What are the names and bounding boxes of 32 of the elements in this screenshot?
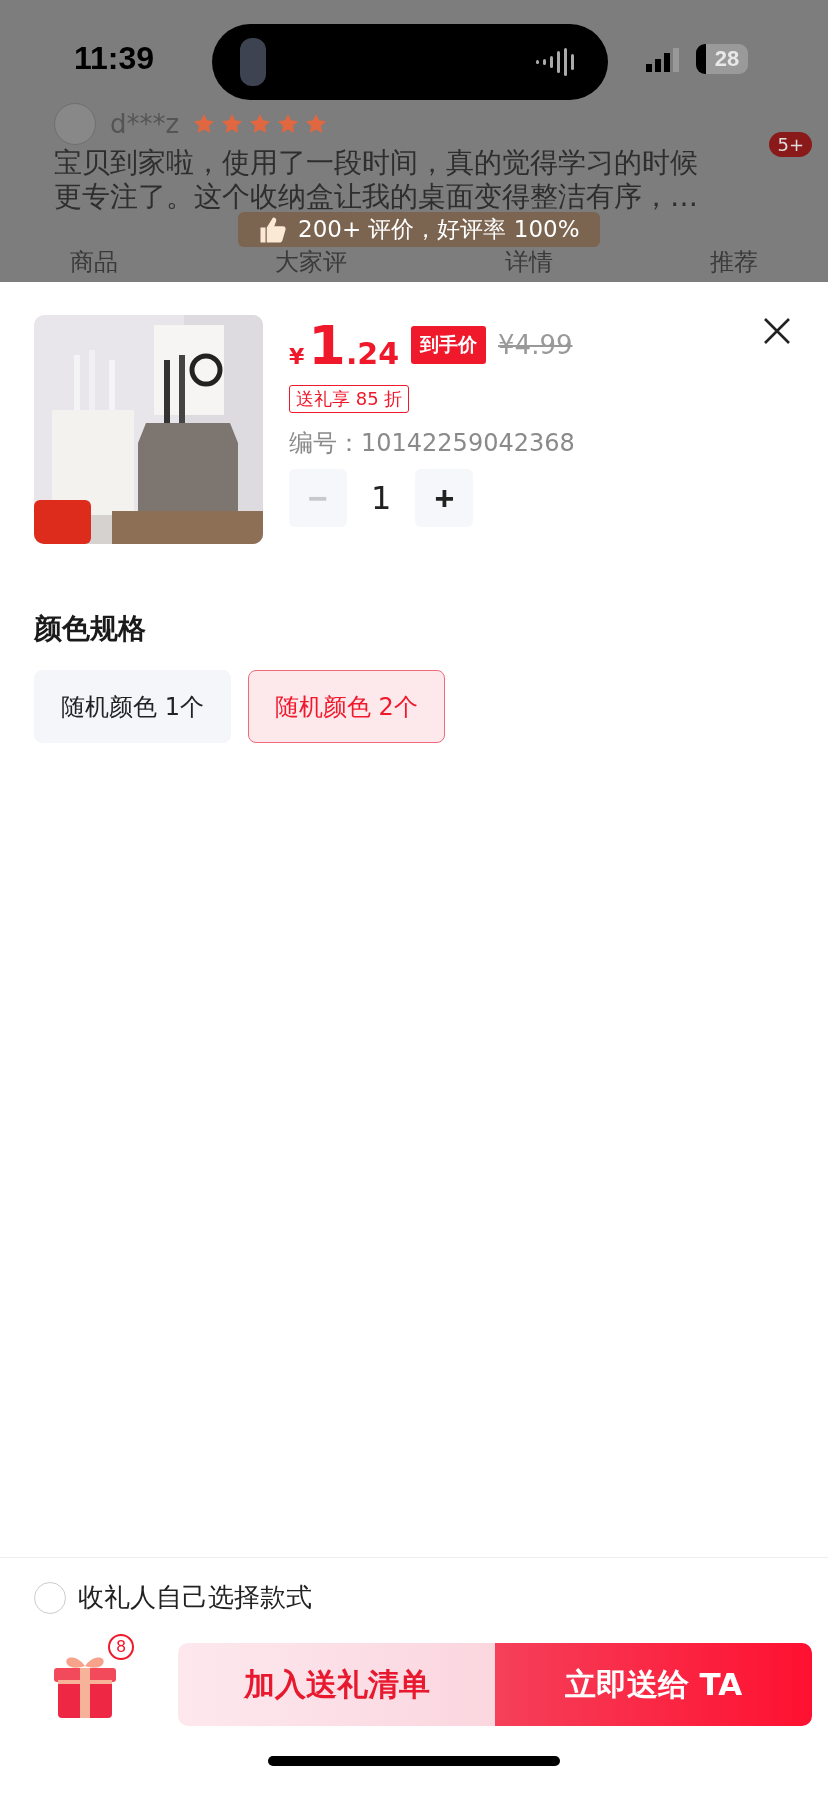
increase-button[interactable]: + xyxy=(415,469,474,527)
review-text: 宝贝到家啦，使用了一段时间，真的觉得学习的时候 xyxy=(54,146,699,180)
section-title: 颜色规格 xyxy=(32,611,147,647)
star-icon xyxy=(305,113,328,135)
tab[interactable]: 详情 xyxy=(504,248,553,276)
star-icon xyxy=(249,113,272,135)
option-chip[interactable]: 随机颜色 2个 xyxy=(247,670,445,743)
count-badge: 8 xyxy=(108,1633,134,1660)
radio-label: 收礼人自己选择款式 xyxy=(78,1581,312,1614)
option-chip[interactable]: 随机颜色 1个 xyxy=(34,670,231,743)
rating-toast: 200+ 评价，好评率 100% xyxy=(238,212,600,247)
add-to-list-button[interactable]: 加入送礼清单 xyxy=(178,1643,495,1726)
price: ¥1.24 xyxy=(289,313,400,377)
close-icon[interactable] xyxy=(762,316,792,346)
status-time: 11:39 xyxy=(74,40,155,77)
review-text: 更专注了。这个收纳盒让我的桌面变得整洁有序，… xyxy=(54,180,699,214)
tab[interactable]: 商品 xyxy=(70,248,118,276)
discount-tag: 送礼享 85 折 xyxy=(289,385,410,413)
send-now-button[interactable]: 立即送给 TA xyxy=(495,1643,812,1726)
product-number: 编号：10142259042368 xyxy=(289,428,575,459)
star-icon xyxy=(193,113,216,135)
original-price: ¥4.99 xyxy=(498,330,573,360)
tab[interactable]: 大家评 xyxy=(275,248,348,276)
count-badge: 5+ xyxy=(769,132,812,157)
avatar-icon xyxy=(54,103,96,145)
tab[interactable]: 推荐 xyxy=(710,248,758,276)
star-icon xyxy=(221,113,244,135)
battery-level: 28 xyxy=(696,44,748,74)
final-price-tag: 到手价 xyxy=(411,326,487,364)
quantity-value: 1 xyxy=(371,479,392,517)
star-icon xyxy=(277,113,300,135)
signal-icon xyxy=(646,48,680,72)
